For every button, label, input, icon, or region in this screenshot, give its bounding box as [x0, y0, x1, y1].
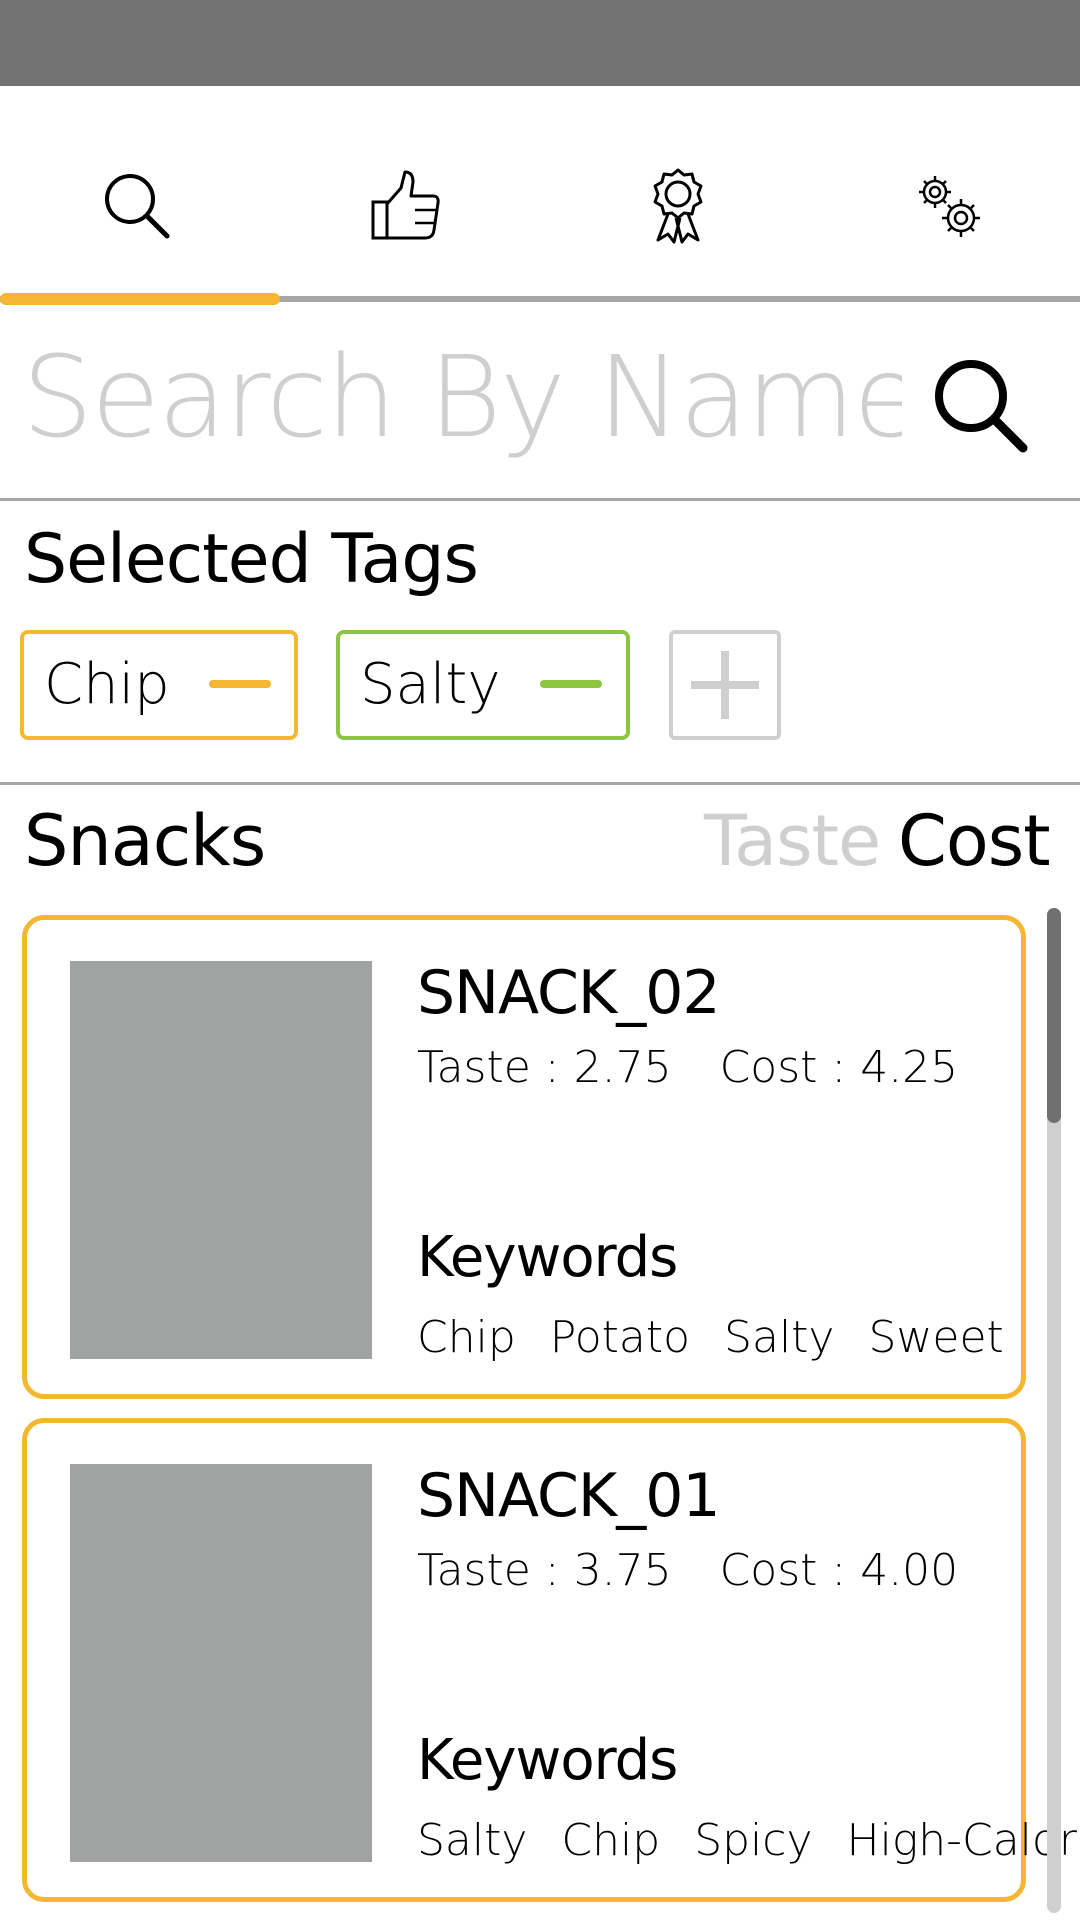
thumbs-up-icon	[371, 170, 440, 240]
keywords-heading: Keywords	[417, 1728, 678, 1793]
tab-ranking[interactable]	[633, 161, 723, 251]
scrollbar-thumb[interactable]	[1047, 908, 1061, 1123]
divider	[0, 498, 1080, 501]
tab-recommended[interactable]	[362, 161, 452, 251]
keywords-list: Salty Chip Spicy High-Calorie	[417, 1815, 1080, 1866]
sort-taste-button[interactable]: Taste	[704, 800, 881, 882]
snack-stats: Taste : 3.75 Cost : 4.00	[417, 1545, 958, 1596]
snack-name: SNACK_02	[417, 958, 721, 1028]
keyword: Salty	[417, 1815, 528, 1866]
tag-salty: Salty	[336, 630, 630, 740]
search-icon	[935, 360, 1028, 453]
keyword: Spicy	[694, 1815, 813, 1866]
tag-chip: Chip	[20, 630, 298, 740]
tab-search[interactable]	[92, 161, 182, 251]
keywords-heading: Keywords	[417, 1225, 678, 1290]
tab-indicator-active	[0, 293, 280, 305]
tag-remove-button[interactable]	[540, 680, 602, 688]
search-input[interactable]	[22, 323, 902, 473]
snack-name: SNACK_01	[417, 1461, 721, 1531]
selected-tags-title: Selected Tags	[24, 520, 479, 599]
tag-remove-button[interactable]	[209, 680, 271, 688]
tab-bar	[0, 86, 1080, 296]
search-button[interactable]	[920, 345, 1040, 465]
keyword: Sweet	[868, 1312, 1004, 1363]
snacks-title: Snacks	[24, 800, 266, 882]
snack-image	[70, 961, 372, 1359]
keyword: High-Calorie	[846, 1815, 1080, 1866]
divider	[0, 782, 1080, 785]
tag-label: Chip	[44, 652, 170, 717]
keyword: Potato	[549, 1312, 691, 1363]
snack-taste: Taste : 2.75	[417, 1042, 672, 1093]
snack-card[interactable]: SNACK_01 Taste : 3.75 Cost : 4.00 Keyword…	[22, 1418, 1080, 1902]
snack-stats: Taste : 2.75 Cost : 4.25	[417, 1042, 958, 1093]
tag-label: Salty	[360, 652, 501, 717]
snack-cost: Cost : 4.00	[719, 1545, 959, 1596]
snack-cost: Cost : 4.25	[719, 1042, 959, 1093]
keyword: Chip	[417, 1312, 516, 1363]
search-row	[0, 305, 1080, 500]
snack-card[interactable]: SNACK_02 Taste : 2.75 Cost : 4.25 Keyword…	[22, 915, 1026, 1399]
add-tag-button[interactable]	[669, 630, 781, 740]
gears-icon	[919, 176, 980, 237]
keywords-list: Chip Potato Salty Sweet	[417, 1312, 1038, 1363]
snack-taste: Taste : 3.75	[417, 1545, 672, 1596]
award-icon	[653, 168, 703, 244]
sort-cost-button[interactable]: Cost	[898, 800, 1051, 882]
keyword: Chip	[561, 1815, 661, 1866]
snack-list: SNACK_02 Taste : 2.75 Cost : 4.25 Keyword…	[0, 905, 1080, 1920]
search-icon	[105, 174, 170, 239]
status-bar	[0, 0, 1080, 86]
tab-settings[interactable]	[904, 161, 994, 251]
plus-icon	[721, 651, 729, 719]
keyword: Salty	[724, 1312, 835, 1363]
snack-image	[70, 1464, 372, 1862]
